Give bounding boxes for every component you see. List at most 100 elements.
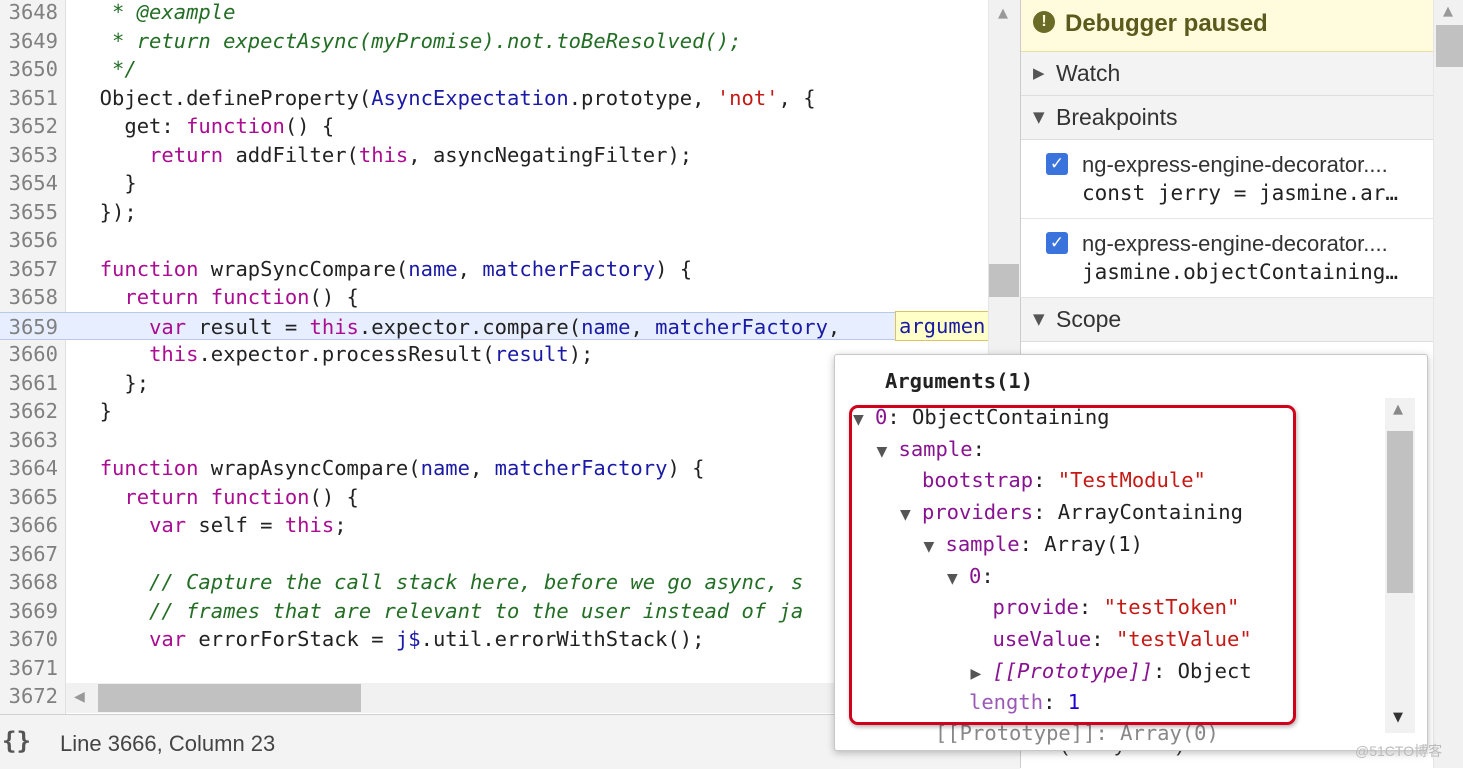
- scroll-up-arrow-icon[interactable]: ▲: [998, 6, 1008, 21]
- popover-scroll-thumb[interactable]: [1387, 431, 1413, 593]
- line-number[interactable]: 3672: [0, 682, 58, 711]
- code-token: var: [149, 513, 187, 537]
- line-number[interactable]: 3663: [0, 426, 58, 455]
- code-token: wrapAsyncCompare(: [198, 456, 421, 480]
- info-icon: !: [1033, 11, 1055, 33]
- line-number[interactable]: 3658: [0, 283, 58, 312]
- line-number[interactable]: 3670: [0, 625, 58, 654]
- breakpoints-label: Breakpoints: [1056, 104, 1178, 130]
- code-line[interactable]: 3658 return function() {: [0, 283, 990, 312]
- code-line[interactable]: 3656: [0, 226, 990, 255]
- code-line[interactable]: 3649 * return expectAsync(myPromise).not…: [0, 27, 990, 56]
- sidebar-vertical-scroll-thumb[interactable]: [1436, 25, 1463, 67]
- code-token: name: [420, 456, 470, 480]
- editor-horizontal-scroll-thumb[interactable]: [98, 684, 361, 712]
- line-number[interactable]: 3668: [0, 568, 58, 597]
- code-line[interactable]: 3650 */: [0, 55, 990, 84]
- hovered-token-text: argumen: [899, 314, 986, 338]
- code-token: });: [75, 199, 137, 224]
- editor-vertical-scroll-thumb[interactable]: [989, 264, 1019, 297]
- code-token: this: [284, 513, 335, 537]
- line-number[interactable]: 3660: [0, 340, 58, 369]
- line-number[interactable]: 3650: [0, 55, 58, 84]
- code-token: );: [568, 342, 594, 366]
- watermark: @51CTO博客: [1355, 743, 1443, 759]
- scroll-down-arrow-icon[interactable]: ▼: [1393, 710, 1403, 725]
- code-token: ,: [457, 256, 483, 281]
- breakpoint-source: jasmine.objectContaining…: [1082, 260, 1399, 284]
- code-token: var: [149, 314, 187, 339]
- code-token: };: [75, 370, 150, 395]
- cursor-position: Line 3666, Column 23: [60, 731, 276, 756]
- code-line[interactable]: 3651 Object.defineProperty(AsyncExpectat…: [0, 84, 990, 113]
- watch-section-header[interactable]: ▶ Watch: [1021, 52, 1433, 96]
- code-token: return: [124, 285, 199, 309]
- line-number[interactable]: 3654: [0, 169, 58, 198]
- code-line[interactable]: 3652 get: function() {: [0, 112, 990, 141]
- line-number[interactable]: 3671: [0, 654, 58, 683]
- code-line-current[interactable]: 3659 var result = this.expector.compare(…: [0, 311, 990, 342]
- code-token: return: [149, 142, 224, 167]
- code-token: addFilter(: [223, 142, 359, 167]
- code-token: ,: [469, 456, 495, 480]
- breakpoint-file: ng-express-engine-decorator....: [1082, 231, 1388, 256]
- scope-section-header[interactable]: ▼ Scope: [1021, 298, 1433, 342]
- code-token: this: [358, 142, 409, 167]
- code-token: () {: [309, 285, 359, 309]
- code-line[interactable]: 3654 }: [0, 169, 990, 198]
- code-token: Object.defineProperty(: [75, 85, 372, 110]
- line-number[interactable]: 3669: [0, 597, 58, 626]
- sidebar-vertical-scrollbar[interactable]: ▲: [1433, 0, 1463, 768]
- code-token: * @example: [75, 0, 236, 24]
- scroll-up-arrow-icon[interactable]: ▲: [1443, 4, 1453, 19]
- breakpoint-item[interactable]: ✓ ng-express-engine-decorator.... const …: [1021, 140, 1433, 219]
- line-number[interactable]: 3655: [0, 198, 58, 227]
- line-number[interactable]: 3667: [0, 540, 58, 569]
- pretty-print-icon[interactable]: {}: [2, 727, 31, 755]
- line-number[interactable]: 3666: [0, 511, 58, 540]
- code-token: get:: [75, 114, 187, 138]
- code-token: ,: [827, 314, 853, 339]
- code-token: () {: [284, 114, 335, 138]
- code-token: function: [186, 114, 285, 138]
- code-token: name: [408, 256, 458, 281]
- code-line[interactable]: 3657 function wrapSyncCompare(name, matc…: [0, 255, 990, 284]
- line-number[interactable]: 3651: [0, 84, 58, 113]
- hovered-token[interactable]: argumen: [895, 311, 995, 341]
- code-text: // Capture the call stack here, before w…: [75, 568, 803, 597]
- code-line[interactable]: 3648 * @example: [0, 0, 990, 27]
- line-number[interactable]: 3649: [0, 27, 58, 56]
- scroll-up-arrow-icon[interactable]: ▲: [1393, 402, 1403, 417]
- code-line[interactable]: 3653 return addFilter(this, asyncNegatin…: [0, 141, 990, 170]
- object-preview-popover[interactable]: Arguments(1) ▼ 0: ObjectContaining ▼ sample…: [834, 354, 1428, 751]
- scroll-left-arrow-icon[interactable]: ◀: [74, 689, 85, 705]
- breakpoint-checkbox[interactable]: ✓: [1046, 232, 1068, 254]
- code-text: var self = this;: [75, 511, 347, 540]
- code-line[interactable]: 3655 });: [0, 198, 990, 227]
- popover-vertical-scrollbar[interactable]: ▲ ▼: [1385, 398, 1415, 733]
- breakpoint-checkbox[interactable]: ✓: [1046, 153, 1068, 175]
- line-number[interactable]: 3656: [0, 226, 58, 255]
- code-token: return: [124, 484, 199, 509]
- line-number[interactable]: 3648: [0, 0, 58, 27]
- triangle-right-icon: ▶: [1033, 64, 1045, 82]
- breakpoint-item[interactable]: ✓ ng-express-engine-decorator.... jasmin…: [1021, 219, 1433, 298]
- code-text: };: [75, 369, 149, 398]
- code-text: return function() {: [75, 483, 359, 512]
- code-token: ;: [334, 513, 347, 537]
- line-number[interactable]: 3659: [0, 313, 58, 342]
- line-number[interactable]: 3665: [0, 483, 58, 512]
- line-number[interactable]: 3664: [0, 454, 58, 483]
- line-number[interactable]: 3662: [0, 397, 58, 426]
- line-number[interactable]: 3652: [0, 112, 58, 141]
- code-text: });: [75, 198, 137, 227]
- line-number[interactable]: 3653: [0, 141, 58, 170]
- line-number[interactable]: 3657: [0, 255, 58, 284]
- code-token: ) {: [667, 456, 705, 480]
- line-number[interactable]: 3661: [0, 369, 58, 398]
- breakpoints-section-header[interactable]: ▼ Breakpoints: [1021, 96, 1433, 140]
